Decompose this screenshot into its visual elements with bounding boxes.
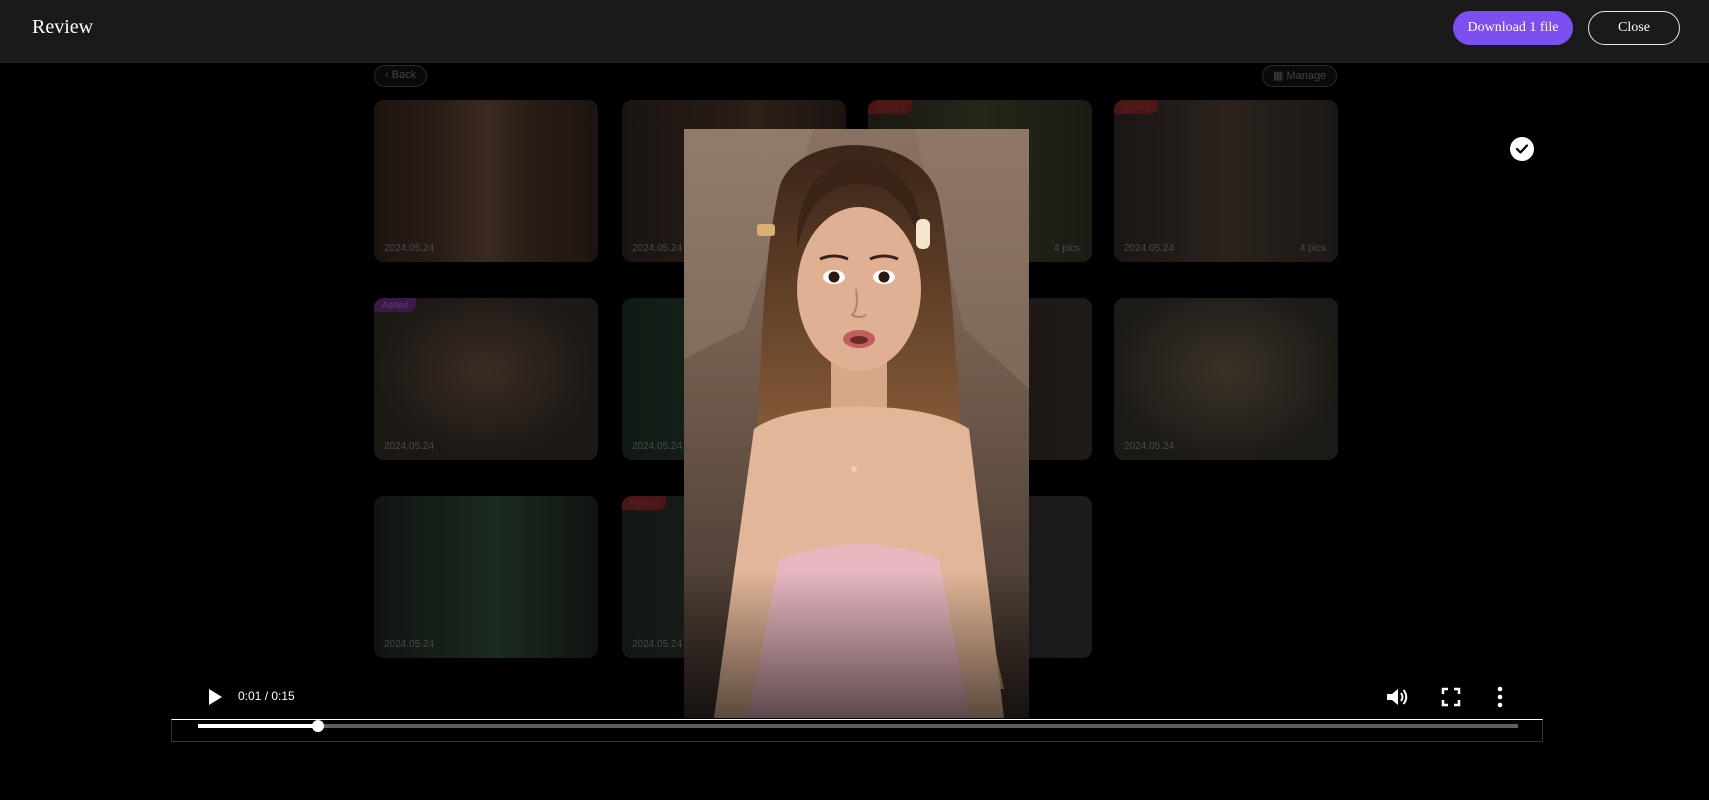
- close-button[interactable]: Close: [1588, 11, 1680, 45]
- thumb-date: 2024.05.24: [632, 441, 683, 452]
- thumb-date: 2024.05.24: [384, 243, 435, 254]
- progress-fill: [198, 724, 318, 728]
- more-vertical-icon: [1497, 686, 1503, 708]
- gallery-thumb: 2024.05.24: [374, 100, 598, 262]
- gallery-thumb: Posted 2024.05.24 4 pics: [1114, 100, 1338, 262]
- pics-count: 4 pics: [1299, 243, 1326, 254]
- play-icon: [209, 689, 222, 705]
- more-options-button[interactable]: [1491, 685, 1509, 709]
- back-label: Back: [391, 69, 417, 81]
- manage-label: Manage: [1286, 70, 1327, 82]
- selected-check-icon[interactable]: [1510, 137, 1534, 161]
- thumb-date: 2024.05.24: [1124, 441, 1175, 452]
- thumb-date: 2024.05.24: [632, 243, 683, 254]
- video-frame[interactable]: [684, 129, 1029, 718]
- page-title: Review: [32, 16, 94, 38]
- time-display: 0:01 / 0:15: [238, 689, 295, 703]
- status-badge: Posted: [622, 496, 667, 510]
- download-button[interactable]: Download 1 file: [1453, 11, 1573, 45]
- progress-bar-container: [171, 719, 1543, 742]
- status-badge: Posted: [868, 100, 913, 114]
- gallery-thumb: Added 2024.05.24: [374, 298, 598, 460]
- gallery-thumb: 2024.05.24: [1114, 298, 1338, 460]
- progress-knob[interactable]: [311, 720, 324, 732]
- pics-count: 4 pics: [1053, 243, 1080, 254]
- fullscreen-icon: [1441, 687, 1461, 707]
- thumb-date: 2024.05.24: [384, 441, 435, 452]
- manage-button: ▦ Manage: [1262, 65, 1338, 87]
- chevron-left-icon: ‹: [385, 69, 392, 81]
- grid-icon: ▦: [1273, 70, 1287, 82]
- status-badge: Posted: [1114, 100, 1159, 114]
- video-still: [684, 129, 1029, 718]
- status-badge: Added: [374, 298, 417, 312]
- play-button[interactable]: [203, 686, 225, 708]
- thumb-date: 2024.05.24: [1124, 243, 1175, 254]
- fullscreen-button[interactable]: [1440, 686, 1462, 708]
- volume-button[interactable]: [1384, 685, 1410, 709]
- thumb-date: 2024.05.24: [632, 639, 683, 650]
- thumb-date: 2024.05.24: [384, 639, 435, 650]
- progress-track[interactable]: [198, 720, 1518, 732]
- video-controls: 0:01 / 0:15: [171, 672, 1543, 742]
- top-bar: Review Download 1 file Close: [0, 0, 1709, 63]
- gallery-thumb: 2024.05.24: [374, 496, 598, 658]
- volume-icon: [1387, 689, 1408, 705]
- back-button: ‹ Back: [374, 65, 428, 87]
